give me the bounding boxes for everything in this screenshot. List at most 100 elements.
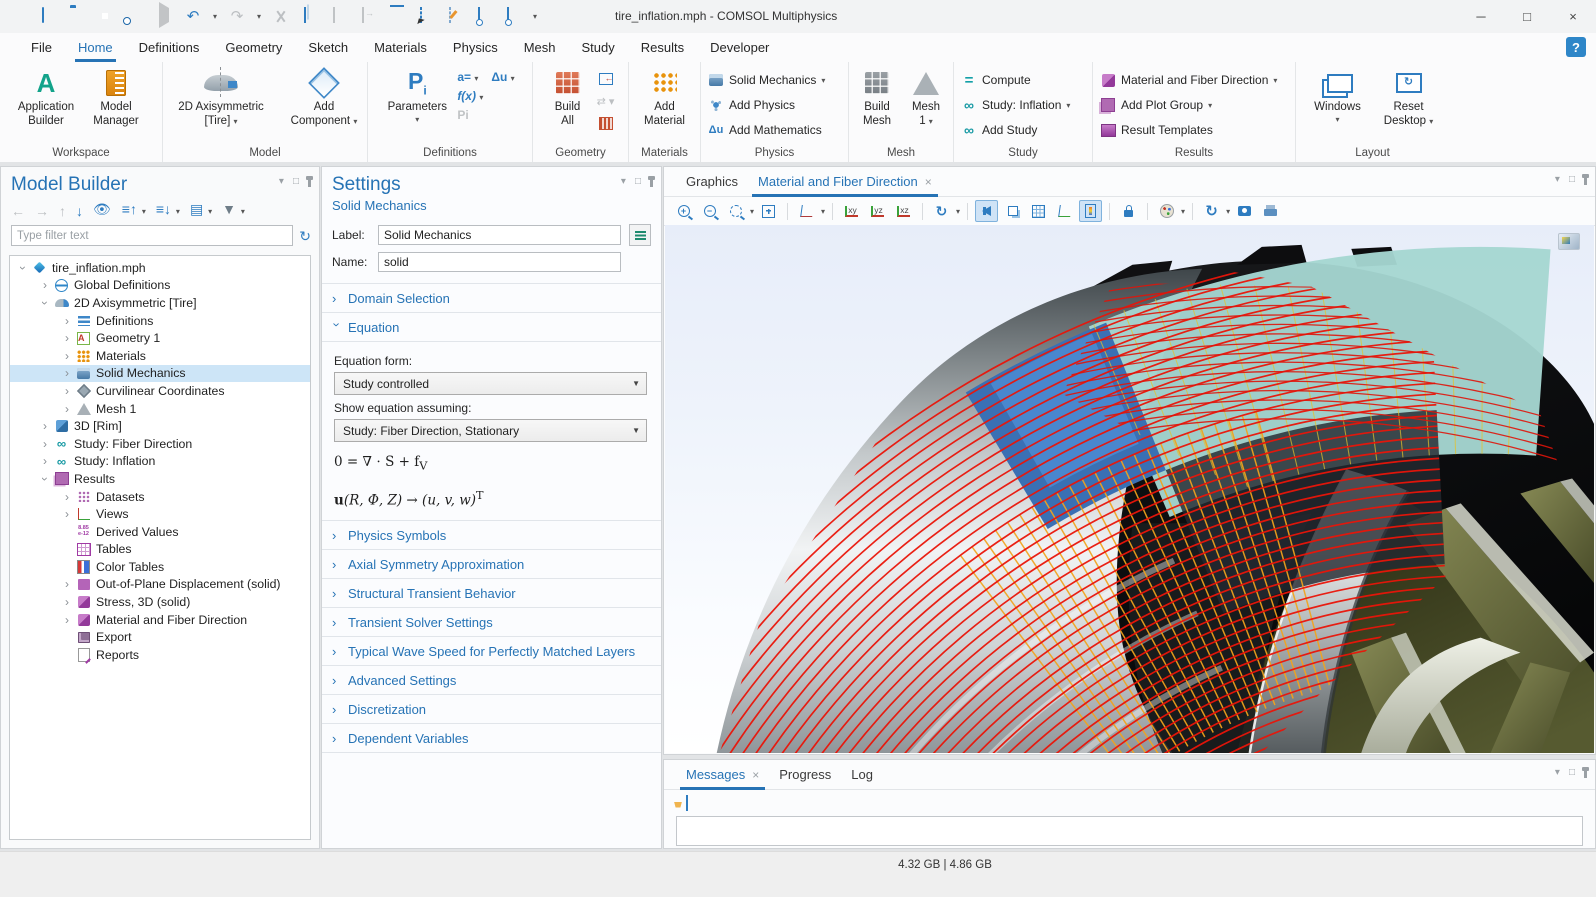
expander-icon[interactable]: › <box>16 261 30 275</box>
open-file-icon[interactable] <box>68 8 86 26</box>
copy-icon[interactable] <box>301 8 319 26</box>
section-axial-symmetry[interactable]: ›Axial Symmetry Approximation <box>322 550 661 579</box>
back-icon[interactable]: ← <box>11 204 25 218</box>
physics-interface-button[interactable]: Solid Mechanics▾ <box>701 68 848 93</box>
tab-definitions[interactable]: Definitions <box>126 33 213 62</box>
zoom-out-icon[interactable]: − <box>698 200 721 222</box>
view-yz-icon[interactable]: yz <box>866 200 889 222</box>
reset-desktop-button[interactable]: ↻ Reset Desktop ▾ <box>1381 68 1437 129</box>
graphics-canvas[interactable] <box>665 225 1594 753</box>
tree-item-stress-3d[interactable]: ›Stress, 3D (solid) <box>10 593 310 611</box>
filter-icon[interactable]: ▼ ▾ <box>222 202 245 219</box>
update-scene-icon[interactable]: ↻ <box>1200 200 1223 222</box>
panel-menu-icon[interactable]: ▾ <box>1555 175 1560 185</box>
tab-results[interactable]: Results <box>628 33 697 62</box>
section-wave-speed[interactable]: ›Typical Wave Speed for Perfectly Matche… <box>322 637 661 666</box>
refresh-icon[interactable]: ↻ <box>299 229 311 243</box>
save-search-icon[interactable] <box>126 8 144 26</box>
run-icon[interactable] <box>155 8 173 26</box>
tree-item-mesh1[interactable]: ›Mesh 1 <box>10 400 310 418</box>
name-input[interactable] <box>378 252 621 272</box>
lock-view-icon[interactable] <box>1117 200 1140 222</box>
tab-file[interactable]: File <box>18 33 65 62</box>
tab-log[interactable]: Log <box>841 761 883 789</box>
undo-chevron-icon[interactable]: ▾ <box>213 12 217 21</box>
close-button[interactable]: × <box>1550 0 1596 33</box>
open-in-table-icon[interactable] <box>686 796 688 810</box>
parameters-button[interactable]: Pi Parameters ▾ <box>385 68 449 124</box>
tree-item-color-tables[interactable]: ›Color Tables <box>10 558 310 576</box>
tab-geometry[interactable]: Geometry <box>212 33 295 62</box>
expander-icon[interactable]: › <box>60 595 74 609</box>
grid-icon[interactable] <box>1027 200 1050 222</box>
panel-pin-icon[interactable] <box>308 180 311 187</box>
group-nodes-icon[interactable]: ▤ ▾ <box>190 202 212 219</box>
tree-item-root[interactable]: ›tire_inflation.mph <box>10 259 310 277</box>
expander-icon[interactable]: › <box>38 419 52 433</box>
add-physics-button[interactable]: Add Physics <box>701 93 848 118</box>
cut-icon[interactable] <box>272 8 290 26</box>
messages-output[interactable] <box>676 816 1583 846</box>
view-chevron-icon[interactable]: ▾ <box>821 207 825 216</box>
panel-menu-icon[interactable]: ▾ <box>621 177 626 187</box>
tree-item-solid-mechanics[interactable]: ›Solid Mechanics <box>10 365 310 383</box>
tree-item-datasets[interactable]: ›Datasets <box>10 488 310 506</box>
customize-toolbar-chevron-icon[interactable]: ▾ <box>533 12 537 21</box>
delete-icon[interactable] <box>388 8 406 26</box>
tree-item-definitions[interactable]: ›Definitions <box>10 312 310 330</box>
section-advanced-settings[interactable]: ›Advanced Settings <box>322 666 661 695</box>
expander-icon[interactable]: › <box>60 613 74 627</box>
tab-progress[interactable]: Progress <box>769 761 841 789</box>
expander-icon[interactable]: › <box>60 366 74 380</box>
scene-light-icon[interactable] <box>975 200 998 222</box>
section-discretization[interactable]: ›Discretization <box>322 695 661 724</box>
expander-icon[interactable]: › <box>60 402 74 416</box>
find-icon[interactable] <box>475 8 493 26</box>
section-domain-selection[interactable]: › Domain Selection <box>322 284 661 313</box>
environment-icon[interactable] <box>1155 200 1178 222</box>
tree-item-reports[interactable]: ›Reports <box>10 646 310 664</box>
compute-button[interactable]: = Compute <box>954 68 1092 93</box>
add-component-button[interactable]: Add Component ▾ <box>287 68 361 129</box>
tree-item-results[interactable]: ›Results <box>10 470 310 488</box>
panel-float-icon[interactable]: □ <box>1569 768 1575 778</box>
tab-developer[interactable]: Developer <box>697 33 782 62</box>
label-input[interactable] <box>378 225 621 245</box>
tab-materials[interactable]: Materials <box>361 33 440 62</box>
tree-item-global-definitions[interactable]: ›Global Definitions <box>10 277 310 295</box>
model-manager-button[interactable]: Model Manager <box>83 68 149 129</box>
result-templates-button[interactable]: Result Templates <box>1093 118 1295 143</box>
expander-icon[interactable]: › <box>60 490 74 504</box>
functions-button[interactable]: f(x) ▾ <box>457 89 483 103</box>
tree-item-export[interactable]: ›Export <box>10 628 310 646</box>
add-material-button[interactable]: Add Material <box>636 68 694 129</box>
equation-form-select[interactable]: Study controlled▼ <box>334 372 647 395</box>
view-xz-icon[interactable]: xz <box>892 200 915 222</box>
expander-icon[interactable]: › <box>60 577 74 591</box>
panel-float-icon[interactable]: □ <box>293 177 299 187</box>
expander-icon[interactable]: › <box>38 296 52 310</box>
add-study-button[interactable]: ∞ Add Study <box>954 118 1092 143</box>
panel-pin-icon[interactable] <box>650 180 653 187</box>
snapshot-icon[interactable] <box>1233 200 1256 222</box>
zoom-extents-icon[interactable] <box>757 200 780 222</box>
expander-icon[interactable]: › <box>38 437 52 451</box>
find-settings-icon[interactable] <box>504 8 522 26</box>
zoom-in-icon[interactable]: + <box>672 200 695 222</box>
view-xy-icon[interactable]: xy <box>840 200 863 222</box>
paste-icon[interactable] <box>330 8 348 26</box>
minimize-button[interactable]: ─ <box>1458 0 1504 33</box>
study-inflation-button[interactable]: ∞ Study: Inflation▾ <box>954 93 1092 118</box>
tab-messages[interactable]: Messages× <box>676 761 769 789</box>
environment-chevron-icon[interactable]: ▾ <box>1181 207 1185 216</box>
panel-menu-icon[interactable]: ▾ <box>279 177 284 187</box>
tab-home[interactable]: Home <box>65 33 126 62</box>
application-builder-button[interactable]: A Application Builder <box>13 68 79 129</box>
add-plot-group-button[interactable]: Add Plot Group▾ <box>1093 93 1295 118</box>
update-chevron-icon[interactable]: ▾ <box>1226 207 1230 216</box>
tree-item-curvilinear-coordinates[interactable]: ›Curvilinear Coordinates <box>10 382 310 400</box>
tree-item-tables[interactable]: ›Tables <box>10 541 310 559</box>
section-physics-symbols[interactable]: ›Physics Symbols <box>322 521 661 550</box>
tab-graphics-window[interactable]: Graphics <box>676 168 748 196</box>
rotate-chevron-icon[interactable]: ▾ <box>956 207 960 216</box>
